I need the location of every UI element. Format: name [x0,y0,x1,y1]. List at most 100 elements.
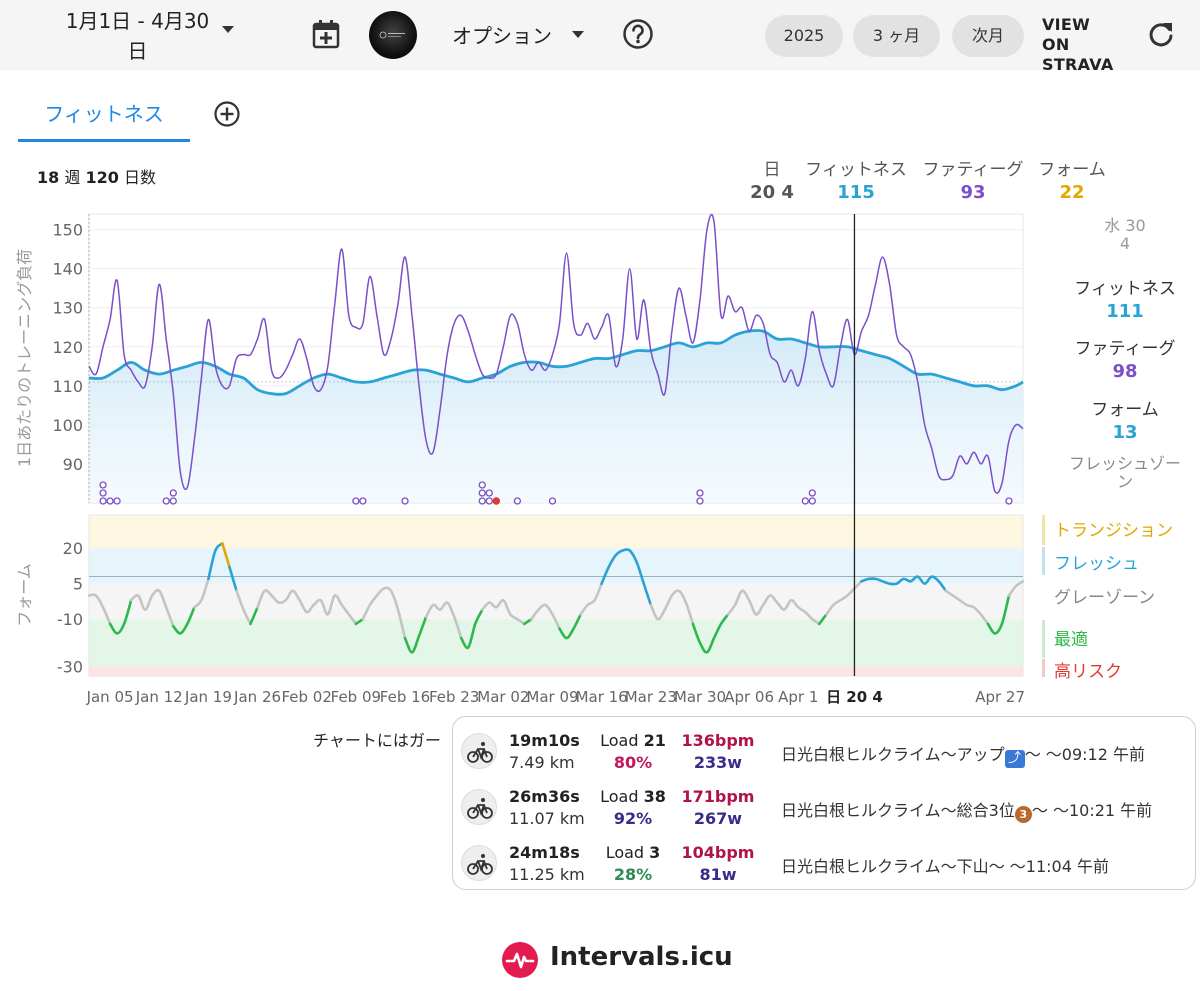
activity-load-value: 21 [643,731,666,750]
three-months-button[interactable]: 3 ヶ月 [853,15,940,57]
next-month-button[interactable]: 次月 [952,15,1024,57]
activity-name[interactable]: 日光白根ヒルクライム〜下山〜 ～11:04 午前 [781,853,1109,877]
activity-load: Load 3 [593,843,673,862]
x-tick-label: Jan 05 [86,688,134,706]
activity-marker [359,497,367,505]
options-menu[interactable]: オプション [452,20,552,49]
x-tick-label: Feb 23 [429,688,479,706]
form-line-grey [944,589,990,626]
form-line-grey [1007,580,1025,597]
activity-load-value: 3 [649,843,661,862]
chart1-ytick-label: 120 [52,338,83,357]
x-tick-label: Mar 02 [477,688,529,706]
chart1-ytick-label: 110 [52,377,83,396]
form-line-fresh [228,565,238,593]
chart2-ylabel: フォーム [15,563,34,627]
tab-fitness[interactable]: フィットネス [18,96,190,142]
side-zone: フレッシュゾー ン [1050,455,1200,491]
top-bar: 1月1日 - 4月30 日 オプション 2025 3 ヶ月 次月 VIEW ON… [0,0,1200,74]
zone-label-fresh: フレッシュ [1054,554,1139,574]
activity-marker [99,497,107,505]
chevron-down-icon[interactable] [572,31,584,38]
form-line-optimal [691,613,730,654]
activity-name[interactable]: 日光白根ヒルクライム〜アップ ⤴ 〜 ～09:12 午前 [781,741,1145,768]
zone-label-optimal: 最適 [1054,630,1088,650]
activity-heart-rate: 171bpm [681,787,755,806]
summary-form-label: フォーム [1038,160,1106,180]
form-line-grey [481,598,526,626]
form-line-optimal [354,617,365,626]
summary-day-label: 日 [763,160,781,180]
activity-marker [478,481,486,489]
form-line-fresh [600,548,653,607]
activity-marker [492,497,500,505]
date-range-selector[interactable]: 1月1日 - 4月30 日 [60,6,215,66]
form-line-optimal [523,617,533,626]
activity-marker [696,489,704,497]
activity-row[interactable]: 19m10s 7.49 km Load 21 80% 136bpm 233w 日… [453,721,1197,775]
chart1-ytick-label: 150 [52,221,83,240]
form-line-grey [424,601,463,640]
intervals-logo-icon [502,942,538,978]
chevron-down-icon[interactable] [222,26,234,33]
summary-fatigue-value: 93 [960,182,986,203]
avatar[interactable] [369,11,417,59]
activity-row[interactable]: 26m36s 11.07 km Load 38 92% 171bpm 267w … [453,777,1197,831]
chart2-ytick-label: -30 [57,658,83,677]
form-line-grey [530,603,561,630]
side-form: フォーム 13 [1050,395,1200,443]
side-date-line2: 4 [1119,234,1131,253]
days-count: 120 [85,168,119,187]
zone-label-grey: グレーゾーン [1054,588,1156,608]
activity-load-value: 38 [643,787,666,806]
activity-intensity: 92% [613,809,653,828]
chart-note: チャートにはガー [313,731,441,750]
form-line-optimal [108,598,133,635]
calendar-add-icon[interactable] [310,18,342,50]
chart1-ytick-label: 100 [52,416,83,435]
zone-fresh-band [89,548,1023,584]
activity-name[interactable]: 日光白根ヒルクライム〜総合3位 3 〜 ～10:21 午前 [781,797,1152,823]
activity-marker [352,497,360,505]
activity-marker [808,497,816,505]
activity-time: 〜 ～11:04 午前 [988,857,1109,876]
days-unit: 日数 [123,168,156,187]
form-line-optimal [403,615,428,654]
side-form-value: 13 [1112,422,1138,443]
activities-popup: 19m10s 7.49 km Load 21 80% 136bpm 233w 日… [452,716,1196,890]
activity-duration: 19m10s [509,731,580,750]
form-line-grey [193,577,210,609]
summary-fitness-value: 115 [837,182,875,203]
weeks-unit: 週 [64,168,81,187]
side-fatigue-label: ファティーグ [1074,339,1176,359]
year-button[interactable]: 2025 [765,15,843,57]
activity-power: 233w [693,753,743,772]
x-tick-label: Jan 19 [184,688,232,706]
fitness-area [89,330,1023,503]
summary-fitness: フィットネス 115 [800,155,912,203]
activity-marker [801,497,809,505]
form-line-grey [726,589,821,626]
fatigue-line [88,213,1024,494]
view-on-strava-link[interactable]: VIEW ON STRAVA [1042,15,1120,75]
activity-heart-rate: 136bpm [681,731,755,750]
activity-marker [1005,497,1013,505]
x-tick-label: Mar 23 [625,688,677,706]
zone-label-high-risk: 高リスク [1054,662,1122,682]
activity-row[interactable]: 24m18s 11.25 km Load 3 28% 104bpm 81w 日光… [453,833,1197,887]
activity-marker [485,489,493,497]
activity-title: 日光白根ヒルクライム〜アップ [781,745,1005,764]
weeks-count: 18 [37,168,60,187]
activity-distance: 11.07 km [509,809,585,828]
activity-marker [106,497,114,505]
activity-power: 267w [693,809,743,828]
side-zone-line1: フレッシュゾー [1068,454,1181,473]
form-line-optimal [818,613,828,626]
chart1-plot-area [88,213,1024,504]
add-circle-icon[interactable] [213,100,241,128]
x-tick-label: Feb 16 [380,688,430,706]
x-tick-label: Jan 26 [233,688,281,706]
refresh-icon[interactable] [1146,20,1176,50]
date-range-line1: 1月1日 - 4月30 [65,9,210,33]
help-icon[interactable] [622,18,654,50]
